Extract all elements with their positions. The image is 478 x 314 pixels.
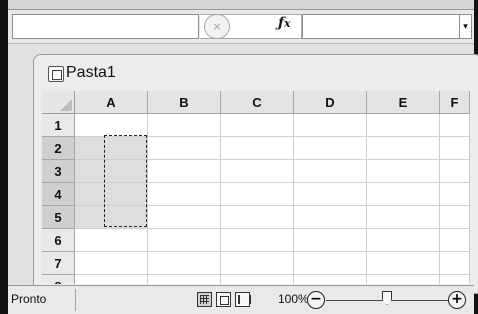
cell-e4[interactable] [367,183,440,206]
zoom-in-button[interactable]: + [448,291,466,309]
status-separator [75,289,76,311]
cell-f2[interactable] [440,137,470,160]
cell-b4[interactable] [148,183,221,206]
cell-e1[interactable] [367,114,440,137]
cell-f8[interactable] [440,275,470,284]
column-header-c[interactable]: C [221,91,294,114]
cell-b3[interactable] [148,160,221,183]
cell-e5[interactable] [367,206,440,229]
normal-view-icon[interactable] [197,292,212,307]
cell-f1[interactable] [440,114,470,137]
cell-b7[interactable] [148,252,221,275]
formula-bar: ▾ × ƒx ▾ [8,10,474,44]
formula-input[interactable] [302,14,460,39]
cell-e8[interactable] [367,275,440,284]
row-header-7[interactable]: 7 [42,252,75,275]
column-header-a[interactable]: A [75,91,148,114]
cell-c7[interactable] [221,252,294,275]
window-frame-left [0,0,8,314]
cell-d2[interactable] [294,137,367,160]
cell-b2[interactable] [148,137,221,160]
cell-a8[interactable] [75,275,148,284]
cell-d8[interactable] [294,275,367,284]
cell-e2[interactable] [367,137,440,160]
cell-c3[interactable] [221,160,294,183]
cell-c1[interactable] [221,114,294,137]
workbook-title: Pasta1 [66,64,116,81]
cell-a7[interactable] [75,252,148,275]
cell-b6[interactable] [148,229,221,252]
row-header-2[interactable]: 2 [42,137,75,160]
cell-a6[interactable] [75,229,148,252]
cell-b8[interactable] [148,275,221,284]
cell-b5[interactable] [148,206,221,229]
select-all-corner[interactable] [42,91,75,114]
cell-c4[interactable] [221,183,294,206]
column-header-f[interactable]: F [440,91,470,114]
cell-c6[interactable] [221,229,294,252]
cell-e7[interactable] [367,252,440,275]
cell-d7[interactable] [294,252,367,275]
page-layout-view-icon[interactable] [216,292,231,307]
fx-x: x [284,17,291,30]
zoom-level[interactable]: 100% [278,292,309,306]
cell-e3[interactable] [367,160,440,183]
row-header-1[interactable]: 1 [42,114,75,137]
insert-function-icon[interactable]: ƒx [278,15,291,31]
ribbon-edge [8,0,474,10]
cell-d5[interactable] [294,206,367,229]
cell-a1[interactable] [75,114,148,137]
cell-f5[interactable] [440,206,470,229]
cell-d6[interactable] [294,229,367,252]
row-header-6[interactable]: 6 [42,229,75,252]
zoom-slider-thumb[interactable] [382,291,392,305]
row-header-8[interactable]: 8 [42,275,75,284]
row-header-5[interactable]: 5 [42,206,75,229]
cell-d4[interactable] [294,183,367,206]
cell-c5[interactable] [221,206,294,229]
cell-b1[interactable] [148,114,221,137]
cell-d1[interactable] [294,114,367,137]
column-header-b[interactable]: B [148,91,221,114]
status-text: Pronto [11,292,47,306]
cell-f6[interactable] [440,229,470,252]
page-break-view-icon[interactable] [235,292,251,307]
cancel-icon[interactable]: × [204,14,230,39]
cell-c2[interactable] [221,137,294,160]
cell-c8[interactable] [221,275,294,284]
status-bar: Pronto 100% − + [8,285,474,314]
cell-f4[interactable] [440,183,470,206]
column-header-d[interactable]: D [294,91,367,114]
cell-f3[interactable] [440,160,470,183]
formula-expand-icon[interactable]: ▾ [460,14,472,39]
row-header-3[interactable]: 3 [42,160,75,183]
copy-selection-marquee [104,135,147,227]
cell-d3[interactable] [294,160,367,183]
row-header-4[interactable]: 4 [42,183,75,206]
spreadsheet-grid: ABCDEF 12345678 [42,91,472,284]
workbook-icon [48,66,64,82]
zoom-out-button[interactable]: − [307,291,325,309]
cell-f7[interactable] [440,252,470,275]
column-header-e[interactable]: E [367,91,440,114]
cell-e6[interactable] [367,229,440,252]
name-box[interactable] [12,14,199,39]
